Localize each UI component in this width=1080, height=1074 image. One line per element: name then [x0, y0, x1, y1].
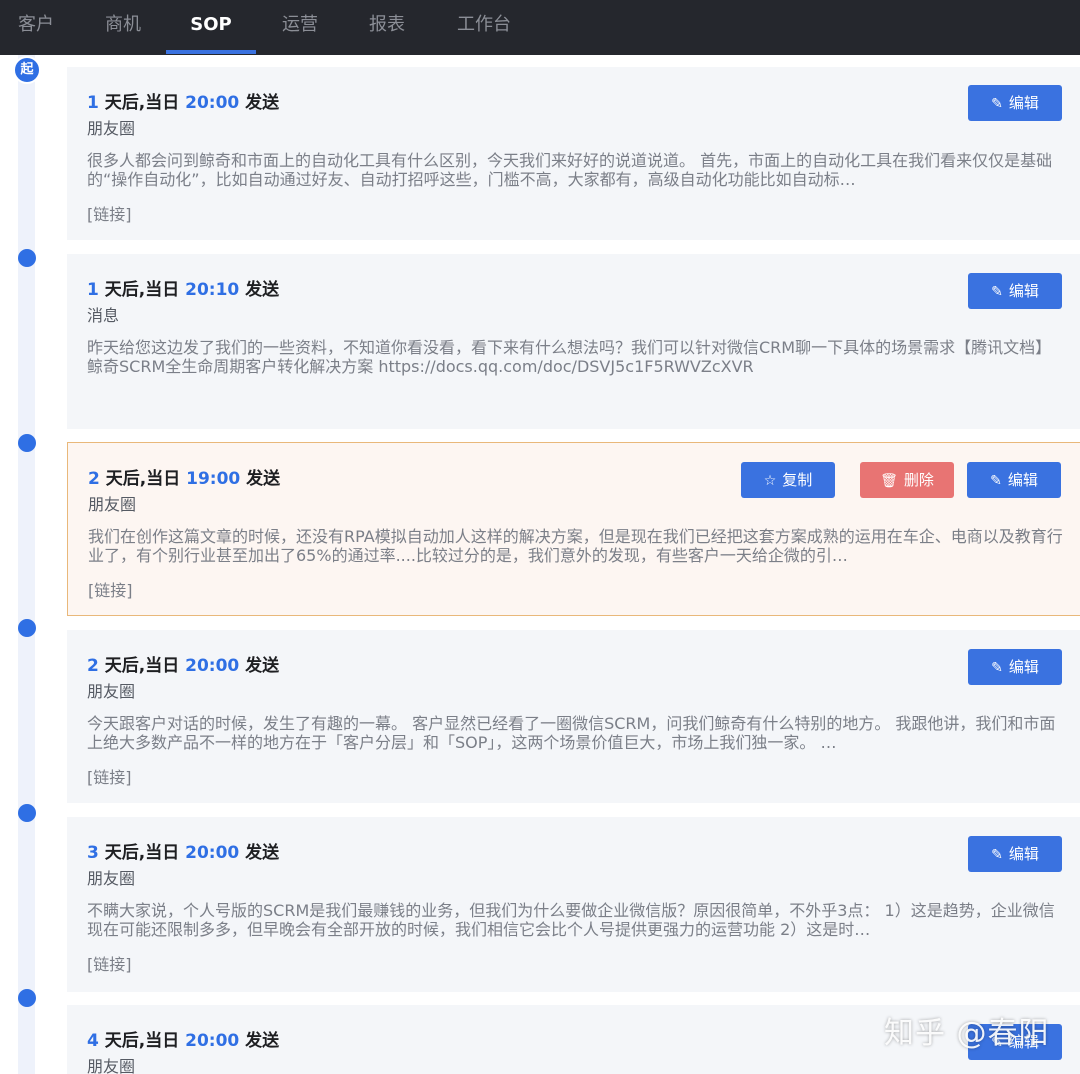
step-content: 今天跟客户对话的时候，发生了有趣的一幕。 客户显然已经看了一圈微信SCRM，问我… — [87, 714, 1056, 752]
edit-button[interactable]: ✎ 编辑 — [968, 273, 1062, 309]
pencil-icon: ✎ — [991, 847, 1003, 863]
trash-icon: 🗑 — [880, 473, 898, 489]
step-day: 4 — [87, 1031, 99, 1051]
top-nav: 客户 商机 SOP 运营 报表 工作台 — [0, 0, 1080, 55]
step-day-suffix: 天后,当日 — [98, 656, 186, 676]
step-day: 2 — [88, 469, 100, 489]
step-day-suffix: 天后,当日 — [98, 843, 186, 863]
timeline-start-marker: 起 — [13, 56, 41, 84]
step-action: 发送 — [239, 843, 280, 863]
sop-step-card-selected[interactable]: 2 天后,当日 19:00 发送 朋友圈 我们在创作这篇文章的时候，还没有RPA… — [67, 442, 1080, 616]
step-link[interactable]: [链接] — [87, 764, 132, 788]
step-day: 2 — [87, 656, 99, 676]
timeline-dot — [18, 249, 36, 267]
step-content: 昨天给您这边发了我们的一些资料，不知道你看没看，看下来有什么想法吗？我们可以针对… — [87, 338, 1052, 376]
step-time: 20:00 — [185, 1031, 240, 1051]
edit-button[interactable]: ✎ 编辑 — [968, 649, 1062, 685]
step-day-suffix: 天后,当日 — [98, 1031, 186, 1051]
tab-label: SOP — [190, 14, 232, 35]
copy-button[interactable]: ☆ 复制 — [741, 462, 835, 498]
step-day-suffix: 天后,当日 — [99, 469, 187, 489]
sop-step-card[interactable]: 1 天后,当日 20:00 发送 朋友圈 很多人都会问到鲸奇和市面上的自动化工具… — [67, 67, 1080, 240]
tab-label: 运营 — [282, 14, 318, 35]
step-time: 20:00 — [185, 93, 240, 113]
step-schedule: 4 天后,当日 20:00 发送 — [87, 1026, 279, 1051]
step-action: 发送 — [239, 280, 280, 300]
step-time: 20:00 — [185, 843, 240, 863]
timeline-dot — [18, 804, 36, 822]
step-day-suffix: 天后,当日 — [98, 93, 186, 113]
delete-button-label: 删除 — [903, 471, 934, 489]
pencil-icon: ✎ — [991, 660, 1003, 676]
tab-operations[interactable]: 运营 — [272, 0, 328, 55]
timeline-track — [18, 55, 35, 1074]
timeline-dot — [18, 989, 36, 1007]
active-tab-indicator — [166, 50, 256, 54]
sop-step-card[interactable]: 3 天后,当日 20:00 发送 朋友圈 不瞒大家说，个人号版的SCRM是我们最… — [67, 817, 1080, 992]
tab-label: 报表 — [369, 14, 405, 35]
step-type: 朋友圈 — [87, 869, 136, 888]
edit-button[interactable]: ✎ 编辑 — [968, 85, 1062, 121]
step-schedule: 2 天后,当日 20:00 发送 — [87, 651, 279, 676]
step-schedule: 1 天后,当日 20:10 发送 — [87, 275, 279, 300]
star-icon: ☆ — [763, 473, 777, 489]
step-type: 消息 — [87, 306, 120, 325]
step-type: 朋友圈 — [87, 119, 136, 138]
step-schedule: 3 天后,当日 20:00 发送 — [87, 838, 279, 863]
edit-button-label: 编辑 — [1008, 658, 1039, 676]
step-day: 1 — [87, 93, 99, 113]
edit-button[interactable]: ✎ 编辑 — [967, 462, 1061, 498]
step-link[interactable]: [链接] — [87, 201, 132, 225]
step-schedule: 1 天后,当日 20:00 发送 — [87, 88, 279, 113]
step-time: 20:10 — [185, 280, 240, 300]
edit-button[interactable]: ✎ 编辑 — [968, 836, 1062, 872]
tab-label: 商机 — [105, 14, 141, 35]
pencil-icon: ✎ — [991, 96, 1003, 112]
tab-opportunity[interactable]: 商机 — [95, 0, 151, 55]
step-action: 发送 — [239, 656, 280, 676]
step-day-suffix: 天后,当日 — [98, 280, 186, 300]
step-schedule: 2 天后,当日 19:00 发送 — [88, 464, 280, 489]
edit-button-label: 编辑 — [1008, 845, 1039, 863]
step-type: 朋友圈 — [87, 682, 136, 701]
step-day: 3 — [87, 843, 99, 863]
step-type: 朋友圈 — [88, 495, 137, 514]
step-type: 朋友圈 — [87, 1057, 136, 1074]
step-link[interactable]: [链接] — [87, 951, 132, 975]
sop-step-card[interactable]: 1 天后,当日 20:10 发送 消息 昨天给您这边发了我们的一些资料，不知道你… — [67, 254, 1080, 429]
step-day: 1 — [87, 280, 99, 300]
step-time: 20:00 — [185, 656, 240, 676]
step-content: 我们在创作这篇文章的时候，还没有RPA模拟自动加人这样的解决方案，但是现在我们已… — [88, 527, 1063, 565]
timeline-dot — [18, 619, 36, 637]
tab-sop[interactable]: SOP — [166, 0, 256, 55]
tab-customer[interactable]: 客户 — [8, 0, 64, 55]
timeline-dot — [18, 434, 36, 452]
sop-step-card[interactable]: 2 天后,当日 20:00 发送 朋友圈 今天跟客户对话的时候，发生了有趣的一幕… — [67, 630, 1080, 803]
tab-label: 工作台 — [457, 14, 511, 35]
step-action: 发送 — [240, 469, 281, 489]
step-time: 19:00 — [186, 469, 241, 489]
edit-button-label: 编辑 — [1007, 471, 1038, 489]
tab-workbench[interactable]: 工作台 — [448, 0, 520, 55]
step-content: 很多人都会问到鲸奇和市面上的自动化工具有什么区别，今天我们来好好的说道说道。 首… — [87, 151, 1053, 189]
tab-label: 客户 — [18, 14, 54, 35]
pencil-icon: ✎ — [991, 284, 1003, 300]
step-action: 发送 — [239, 93, 280, 113]
step-action: 发送 — [239, 1031, 280, 1051]
edit-button-label: 编辑 — [1008, 282, 1039, 300]
tab-reports[interactable]: 报表 — [359, 0, 415, 55]
edit-button-label: 编辑 — [1008, 94, 1039, 112]
step-content: 不瞒大家说，个人号版的SCRM是我们最赚钱的业务，但我们为什么要做企业微信版？原… — [87, 901, 1055, 939]
delete-button[interactable]: 🗑 删除 — [860, 462, 954, 498]
step-link[interactable]: [链接] — [88, 577, 133, 601]
watermark: 知乎 @春阳 — [884, 1016, 1050, 1051]
pencil-icon: ✎ — [990, 473, 1002, 489]
copy-button-label: 复制 — [782, 471, 813, 489]
